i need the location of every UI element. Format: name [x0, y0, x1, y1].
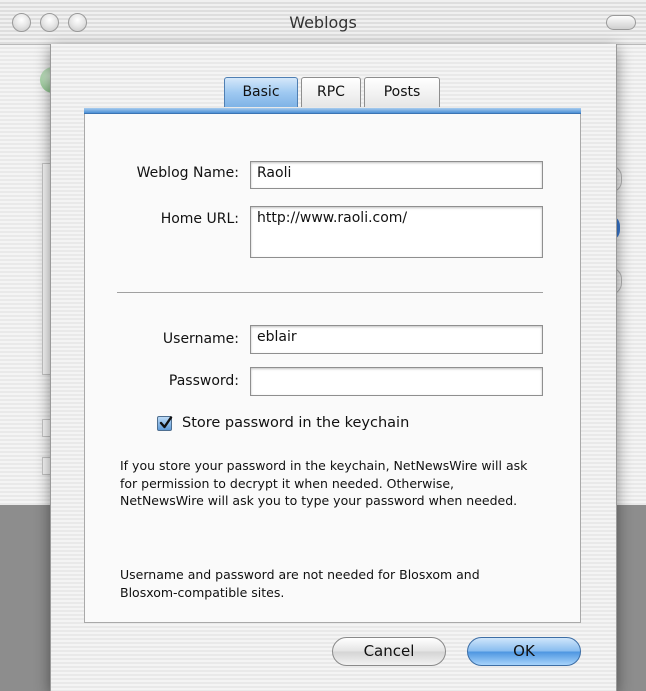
tab-rpc-label: RPC: [317, 84, 345, 100]
checkmark-icon: [159, 416, 173, 429]
window-titlebar: Weblogs: [0, 0, 646, 45]
section-divider: [117, 292, 543, 293]
tab-basic[interactable]: Basic: [224, 77, 298, 107]
weblog-name-label: Weblog Name:: [136, 165, 239, 181]
window-title: Weblogs: [289, 13, 357, 32]
username-label: Username:: [162, 331, 239, 347]
store-keychain-checkbox[interactable]: [157, 416, 173, 431]
tab-posts-label: Posts: [383, 84, 421, 100]
tab-basic-label: Basic: [242, 84, 280, 100]
keychain-info-text: If you store your password in the keycha…: [120, 458, 528, 508]
ok-button[interactable]: OK: [467, 637, 581, 666]
blosxom-info-text: Username and password are not needed for…: [120, 567, 480, 600]
tab-panel: Weblog Name: Raoli Home URL: http://www.…: [84, 108, 581, 623]
cancel-button[interactable]: Cancel: [332, 637, 446, 666]
username-field[interactable]: eblair: [250, 325, 543, 354]
store-keychain-label[interactable]: Store password in the keychain: [182, 415, 409, 431]
weblog-name-field[interactable]: Raoli: [250, 161, 543, 189]
tab-posts[interactable]: Posts: [364, 77, 440, 107]
home-url-label: Home URL:: [160, 211, 239, 227]
password-label: Password:: [168, 373, 239, 389]
toolbar-toggle-button[interactable]: [606, 15, 636, 30]
home-url-field[interactable]: http://www.raoli.com/: [250, 206, 543, 258]
tab-rpc[interactable]: RPC: [301, 77, 361, 107]
weblog-settings-sheet: Basic RPC Posts Weblog Name: Raoli Home …: [50, 44, 617, 691]
password-field[interactable]: [250, 367, 543, 396]
